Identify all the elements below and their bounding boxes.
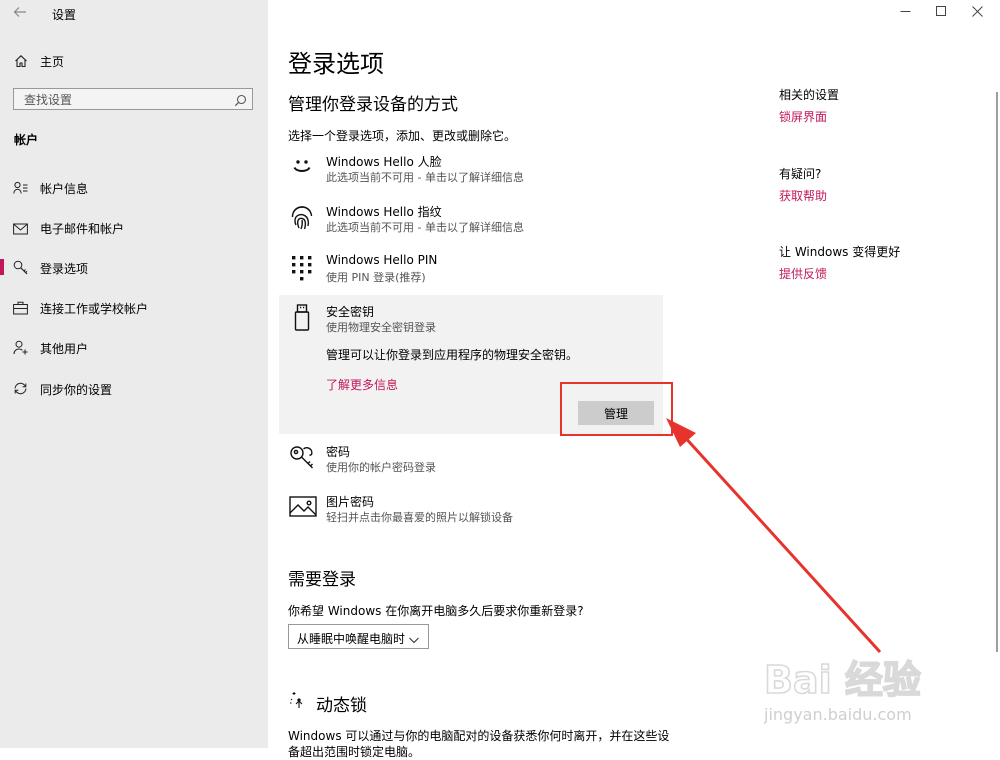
baidu-watermark: Bai 经验 jingyan.baidu.com bbox=[762, 655, 952, 735]
mail-icon bbox=[13, 220, 28, 239]
sidebar-item-sync[interactable]: 同步你的设置 bbox=[0, 373, 268, 403]
learn-more-link[interactable]: 了解更多信息 bbox=[326, 376, 398, 393]
search-icon[interactable] bbox=[234, 92, 247, 111]
title-bar: 设置 bbox=[0, 0, 268, 30]
usb-key-icon bbox=[289, 303, 315, 337]
watermark-url: jingyan.baidu.com bbox=[764, 705, 912, 724]
keypad-icon bbox=[289, 253, 315, 285]
require-signin-selected: 从睡眠中唤醒电脑时 bbox=[297, 632, 406, 646]
get-help-link[interactable]: 获取帮助 bbox=[779, 187, 827, 204]
option-title: 安全密钥 bbox=[326, 305, 375, 319]
section-subtitle: 管理你登录设备的方式 bbox=[288, 95, 458, 115]
page-title: 登录选项 bbox=[288, 50, 384, 78]
sidebar-item-sign-in-options[interactable]: 登录选项 bbox=[0, 252, 268, 282]
sidebar-item-label: 其他用户 bbox=[40, 342, 89, 356]
highlight-box bbox=[560, 382, 673, 436]
search-box[interactable] bbox=[13, 88, 253, 110]
option-password[interactable]: 密码 使用你的帐户密码登录 bbox=[279, 435, 663, 483]
sidebar-item-work-school[interactable]: 连接工作或学校帐户 bbox=[0, 292, 268, 322]
option-title: Windows Hello 指纹 bbox=[326, 205, 442, 219]
back-arrow-icon bbox=[13, 7, 26, 17]
close-icon bbox=[972, 6, 983, 17]
chevron-down-icon bbox=[408, 631, 420, 650]
require-signin-question: 你希望 Windows 在你离开电脑多久后要求你重新登录? bbox=[288, 604, 584, 618]
dynamic-lock-icon bbox=[288, 690, 308, 714]
close-button[interactable] bbox=[972, 6, 983, 21]
sidebar-item-label: 同步你的设置 bbox=[40, 383, 113, 397]
app-title: 设置 bbox=[52, 8, 77, 22]
give-feedback-link[interactable]: 提供反馈 bbox=[779, 265, 827, 282]
minimize-button[interactable] bbox=[900, 6, 911, 21]
option-title: 图片密码 bbox=[326, 495, 375, 509]
dynamic-lock-text-line2: 备超出范围时锁定电脑。 bbox=[288, 745, 421, 759]
person-add-icon bbox=[13, 340, 28, 359]
maximize-icon bbox=[936, 6, 946, 16]
key-icon bbox=[13, 260, 28, 279]
option-windows-hello-pin[interactable]: Windows Hello PIN 使用 PIN 登录(推荐) bbox=[279, 245, 663, 293]
section-description: 选择一个登录选项，添加、更改或删除它。 bbox=[288, 129, 517, 143]
sidebar: 设置 主页 帐户 帐户信息 电子邮件和帐户 登录选项 bbox=[0, 0, 268, 748]
option-subtitle: 使用物理安全密钥登录 bbox=[326, 321, 436, 334]
search-input[interactable] bbox=[22, 91, 226, 109]
section-label-accounts: 帐户 bbox=[14, 133, 39, 147]
baidu-logo-icon: Bai 经验 bbox=[763, 657, 921, 703]
option-title: Windows Hello PIN bbox=[326, 253, 438, 267]
option-detail-text: 管理可以让你登录到应用程序的物理安全密钥。 bbox=[326, 348, 579, 362]
smiley-face-icon bbox=[289, 153, 315, 183]
related-settings-heading: 相关的设置 bbox=[779, 88, 840, 102]
dynamic-lock-text: Windows 可以通过与你的电脑配对的设备获悉你何时离开，并在这些设 bbox=[288, 729, 670, 743]
require-signin-select[interactable]: 从睡眠中唤醒电脑时 bbox=[288, 624, 429, 649]
sidebar-item-account-info[interactable]: 帐户信息 bbox=[0, 172, 268, 202]
improve-windows-heading: 让 Windows 变得更好 bbox=[779, 245, 901, 259]
option-picture-password[interactable]: 图片密码 轻扫并点击你最喜爱的照片以解锁设备 bbox=[279, 485, 663, 533]
fingerprint-icon bbox=[289, 203, 315, 235]
option-subtitle: 使用 PIN 登录(推荐) bbox=[326, 271, 426, 284]
lock-screen-link[interactable]: 锁屏界面 bbox=[779, 108, 827, 125]
briefcase-icon bbox=[13, 300, 28, 319]
sidebar-item-label: 连接工作或学校帐户 bbox=[40, 302, 149, 316]
option-title: Windows Hello 人脸 bbox=[326, 155, 442, 169]
require-signin-heading: 需要登录 bbox=[288, 570, 356, 590]
watermark-text: Bai 经验 bbox=[764, 658, 921, 702]
sidebar-item-label: 电子邮件和帐户 bbox=[40, 222, 125, 236]
option-subtitle: 此选项当前不可用 - 单击以了解详细信息 bbox=[326, 171, 524, 184]
sidebar-item-label: 登录选项 bbox=[40, 262, 89, 276]
picture-icon bbox=[289, 493, 317, 523]
keys-icon bbox=[289, 443, 319, 477]
maximize-button[interactable] bbox=[936, 6, 947, 21]
option-windows-hello-face[interactable]: Windows Hello 人脸 此选项当前不可用 - 单击以了解详细信息 bbox=[279, 145, 663, 193]
nav-home[interactable]: 主页 bbox=[0, 48, 268, 74]
option-subtitle: 轻扫并点击你最喜爱的照片以解锁设备 bbox=[326, 511, 513, 524]
sync-icon bbox=[13, 381, 28, 400]
window-controls bbox=[880, 0, 1000, 28]
sidebar-item-label: 帐户信息 bbox=[40, 182, 89, 196]
active-indicator bbox=[0, 259, 4, 275]
question-heading: 有疑问? bbox=[779, 167, 822, 181]
minimize-icon bbox=[900, 11, 911, 12]
person-card-icon bbox=[13, 180, 28, 199]
option-subtitle: 使用你的帐户密码登录 bbox=[326, 461, 436, 474]
back-button[interactable] bbox=[12, 4, 32, 24]
sidebar-item-other-users[interactable]: 其他用户 bbox=[0, 332, 268, 362]
scrollbar[interactable] bbox=[996, 92, 998, 652]
home-icon bbox=[14, 53, 28, 72]
nav-home-label: 主页 bbox=[40, 55, 65, 69]
sidebar-item-email-accounts[interactable]: 电子邮件和帐户 bbox=[0, 212, 268, 242]
option-windows-hello-fingerprint[interactable]: Windows Hello 指纹 此选项当前不可用 - 单击以了解详细信息 bbox=[279, 195, 663, 243]
dynamic-lock-heading: 动态锁 bbox=[316, 696, 367, 716]
option-title: 密码 bbox=[326, 445, 351, 459]
option-subtitle: 此选项当前不可用 - 单击以了解详细信息 bbox=[326, 221, 524, 234]
